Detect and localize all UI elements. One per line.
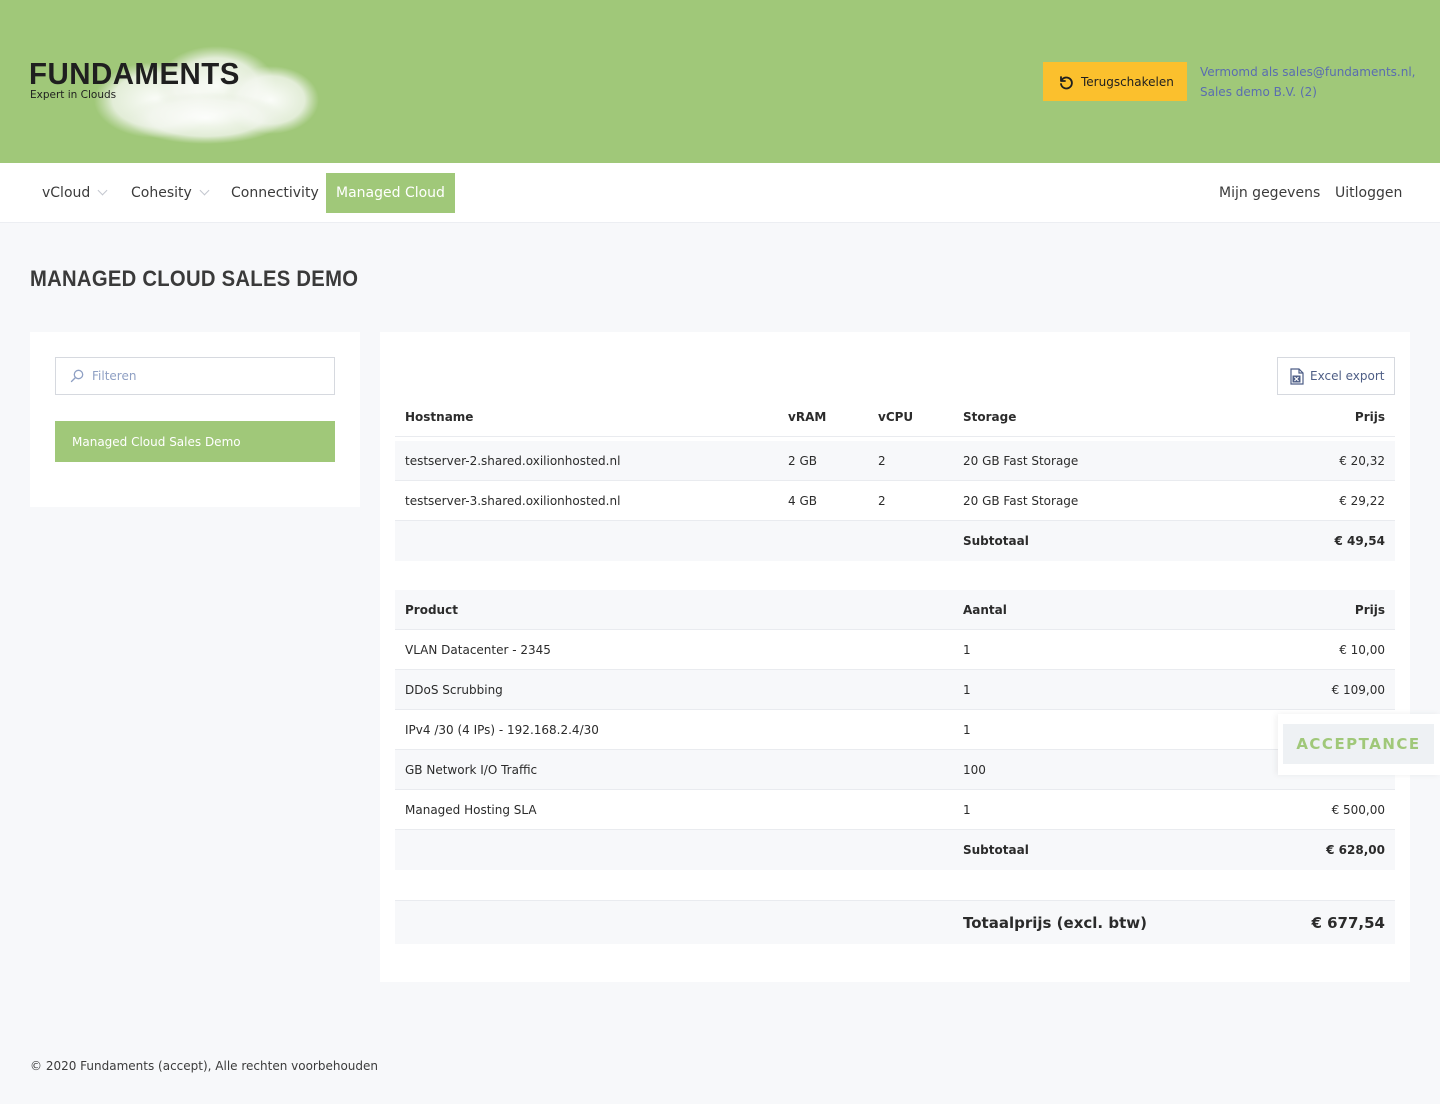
nav-item-connectivity[interactable]: Connectivity (231, 173, 319, 213)
nav-item-managed-cloud[interactable]: Managed Cloud (326, 173, 455, 213)
filter-field[interactable] (55, 357, 335, 395)
servers-subtotal-row: Subtotaal € 49,54 (395, 521, 1395, 561)
impersonation-user: Vermomd als sales@fundaments.nl, (1200, 65, 1416, 79)
products-header-row: Product Aantal Prijs (395, 590, 1395, 630)
vcpu-cell: 2 (878, 494, 886, 508)
products-subtotal-row: Subtotaal € 628,00 (395, 830, 1395, 870)
excel-file-icon (1290, 367, 1304, 385)
col-hostname: Hostname (405, 410, 474, 424)
product-cell: IPv4 /30 (4 IPs) - 192.168.2.4/30 (405, 723, 599, 737)
product-cell: GB Network I/O Traffic (405, 763, 538, 777)
cloud-graphic (94, 46, 319, 144)
table-row: VLAN Datacenter - 2345 1 € 10,00 (395, 630, 1395, 670)
footer-copyright: © 2020 Fundaments (accept), Alle rechten… (30, 1059, 379, 1073)
subtotal-value: € 628,00 (1326, 843, 1385, 857)
nav-item-label: Mijn gegevens (1219, 185, 1321, 201)
quantity-cell: 1 (963, 723, 971, 737)
main-nav: vCloud Cohesity Connectivity Managed Clo… (0, 163, 1440, 223)
sidebar-card: Managed Cloud Sales Demo (30, 332, 360, 507)
environment-badge: ACCEPTANCE (1278, 714, 1440, 775)
excel-export-label: Excel export (1310, 369, 1385, 383)
subtotal-value: € 49,54 (1334, 534, 1385, 548)
hostname-cell: testserver-3.shared.oxilionhosted.nl (405, 494, 621, 508)
product-cell: Managed Hosting SLA (405, 803, 537, 817)
total-value: € 677,54 (1311, 914, 1385, 932)
environment-badge-label: ACCEPTANCE (1283, 724, 1434, 764)
col-vcpu: vCPU (878, 410, 914, 424)
nav-item-label: Managed Cloud (336, 185, 445, 201)
nav-item-cohesity[interactable]: Cohesity (131, 173, 210, 213)
filter-input[interactable] (92, 369, 332, 383)
quantity-cell: 100 (963, 763, 986, 777)
table-row: IPv4 /30 (4 IPs) - 192.168.2.4/30 1 (395, 710, 1395, 750)
storage-cell: 20 GB Fast Storage (963, 494, 1079, 508)
price-cell: € 20,32 (1339, 454, 1385, 468)
nav-item-label: Uitloggen (1335, 185, 1403, 201)
table-row: testserver-2.shared.oxilionhosted.nl 2 G… (395, 441, 1395, 481)
excel-export-button[interactable]: Excel export (1277, 357, 1395, 395)
table-row: Managed Hosting SLA 1 € 500,00 (395, 790, 1395, 830)
impersonation-company: Sales demo B.V. (2) (1200, 85, 1317, 99)
servers-header-row: Hostname vRAM vCPU Storage Prijs (395, 397, 1395, 437)
nav-item-label: Cohesity (131, 185, 192, 201)
quantity-cell: 1 (963, 803, 971, 817)
quantity-cell: 1 (963, 683, 971, 697)
switch-back-label: Terugschakelen (1081, 74, 1174, 89)
col-product: Product (405, 603, 458, 617)
product-cell: DDoS Scrubbing (405, 683, 503, 697)
site-header: FUNDAMENTS Expert in Clouds Terugschakel… (0, 0, 1440, 163)
page-title: MANAGED CLOUD SALES DEMO (30, 266, 359, 291)
table-row: testserver-3.shared.oxilionhosted.nl 4 G… (395, 481, 1395, 521)
subtotal-label: Subtotaal (963, 534, 1029, 548)
logo-tagline: Expert in Clouds (30, 89, 117, 101)
sidebar-item-managed-cloud-sales-demo[interactable]: Managed Cloud Sales Demo (55, 421, 335, 462)
vram-cell: 2 GB (788, 454, 817, 468)
logo-wordmark[interactable]: FUNDAMENTS (29, 56, 240, 92)
grand-total-row: Totaalprijs (excl. btw) € 677,54 (395, 900, 1395, 944)
nav-logout[interactable]: Uitloggen (1335, 173, 1402, 213)
vcpu-cell: 2 (878, 454, 886, 468)
col-vram: vRAM (788, 410, 827, 424)
col-quantity: Aantal (963, 603, 1007, 617)
switch-back-button[interactable]: Terugschakelen (1043, 62, 1187, 101)
undo-icon (1060, 75, 1073, 89)
sidebar-item-label: Managed Cloud Sales Demo (72, 434, 241, 449)
product-cell: VLAN Datacenter - 2345 (405, 643, 551, 657)
hostname-cell: testserver-2.shared.oxilionhosted.nl (405, 454, 621, 468)
nav-my-details[interactable]: Mijn gegevens (1219, 173, 1320, 213)
price-cell: € 10,00 (1339, 643, 1385, 657)
price-cell: € 109,00 (1331, 683, 1385, 697)
storage-cell: 20 GB Fast Storage (963, 454, 1079, 468)
nav-item-vcloud[interactable]: vCloud (42, 173, 108, 213)
chevron-down-icon (199, 185, 210, 196)
quantity-cell: 1 (963, 643, 971, 657)
search-icon (70, 369, 84, 383)
col-price: Prijs (1354, 603, 1385, 617)
price-cell: € 29,22 (1339, 494, 1385, 508)
total-label: Totaalprijs (excl. btw) (963, 914, 1147, 932)
table-row: GB Network I/O Traffic 100 (395, 750, 1395, 790)
chevron-down-icon (97, 185, 108, 196)
impersonation-info: Vermomd als sales@fundaments.nl, Sales d… (1200, 62, 1415, 102)
pricing-card: Excel export Hostname vRAM vCPU Storage … (380, 332, 1410, 982)
nav-item-label: Connectivity (231, 185, 319, 201)
col-price: Prijs (1354, 410, 1385, 424)
vram-cell: 4 GB (788, 494, 817, 508)
price-cell: € 500,00 (1331, 803, 1385, 817)
table-row: DDoS Scrubbing 1 € 109,00 (395, 670, 1395, 710)
nav-item-label: vCloud (42, 185, 91, 201)
subtotal-label: Subtotaal (963, 843, 1029, 857)
col-storage: Storage (963, 410, 1017, 424)
